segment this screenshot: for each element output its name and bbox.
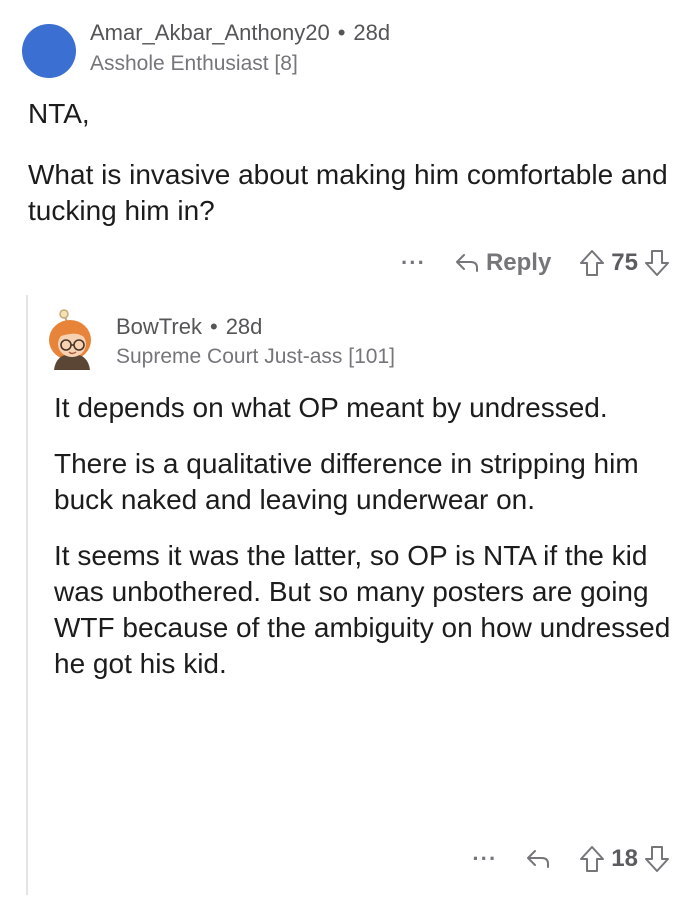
reply-arrow-icon bbox=[525, 848, 551, 870]
comment-meta: Amar_Akbar_Anthony20 • 28d bbox=[90, 20, 390, 46]
comment-paragraph: What is invasive about making him comfor… bbox=[28, 159, 668, 226]
comment-body: It depends on what OP meant by undressed… bbox=[54, 390, 674, 702]
author-name[interactable]: Amar_Akbar_Anthony20 bbox=[90, 20, 330, 45]
author-name[interactable]: BowTrek bbox=[116, 314, 202, 339]
comment-meta: BowTrek • 28d bbox=[116, 314, 262, 340]
meta-separator: • bbox=[209, 314, 218, 339]
vote-control: 75 bbox=[579, 249, 670, 277]
more-options-button[interactable]: ··· bbox=[401, 250, 426, 276]
upvote-arrow-icon[interactable] bbox=[579, 845, 605, 873]
meta-separator: • bbox=[337, 20, 346, 45]
vote-score: 18 bbox=[611, 845, 638, 872]
comment-paragraph: There is a qualitative difference in str… bbox=[54, 448, 639, 515]
user-flair: Supreme Court Just-ass [101] bbox=[116, 345, 395, 368]
vote-control: 18 bbox=[579, 845, 670, 873]
reply-arrow-icon bbox=[454, 252, 480, 274]
reply-label: Reply bbox=[485, 249, 552, 276]
upvote-arrow-icon[interactable] bbox=[579, 249, 605, 277]
user-flair: Asshole Enthusiast [8] bbox=[90, 52, 298, 75]
reply-button[interactable] bbox=[525, 848, 551, 870]
comment-age: 28d bbox=[353, 20, 391, 45]
more-options-button[interactable]: ··· bbox=[472, 846, 497, 872]
comment-paragraph: It seems it was the latter, so OP is NTA… bbox=[54, 540, 671, 679]
comment-actions: ··· Reply 75 bbox=[401, 246, 670, 280]
comment-paragraph: It depends on what OP meant by undressed… bbox=[54, 392, 608, 423]
comment-body: NTA, What is invasive about making him c… bbox=[28, 96, 678, 229]
avatar[interactable] bbox=[22, 24, 76, 78]
comment-paragraph: NTA, bbox=[28, 98, 90, 129]
avatar[interactable] bbox=[44, 306, 102, 372]
reply-button[interactable]: Reply bbox=[454, 249, 551, 277]
vote-score: 75 bbox=[611, 249, 638, 276]
comment-actions: ··· 18 bbox=[472, 842, 670, 876]
downvote-arrow-icon[interactable] bbox=[644, 249, 670, 277]
downvote-arrow-icon[interactable] bbox=[644, 845, 670, 873]
thread-line[interactable] bbox=[26, 295, 28, 895]
comment-age: 28d bbox=[225, 314, 263, 339]
